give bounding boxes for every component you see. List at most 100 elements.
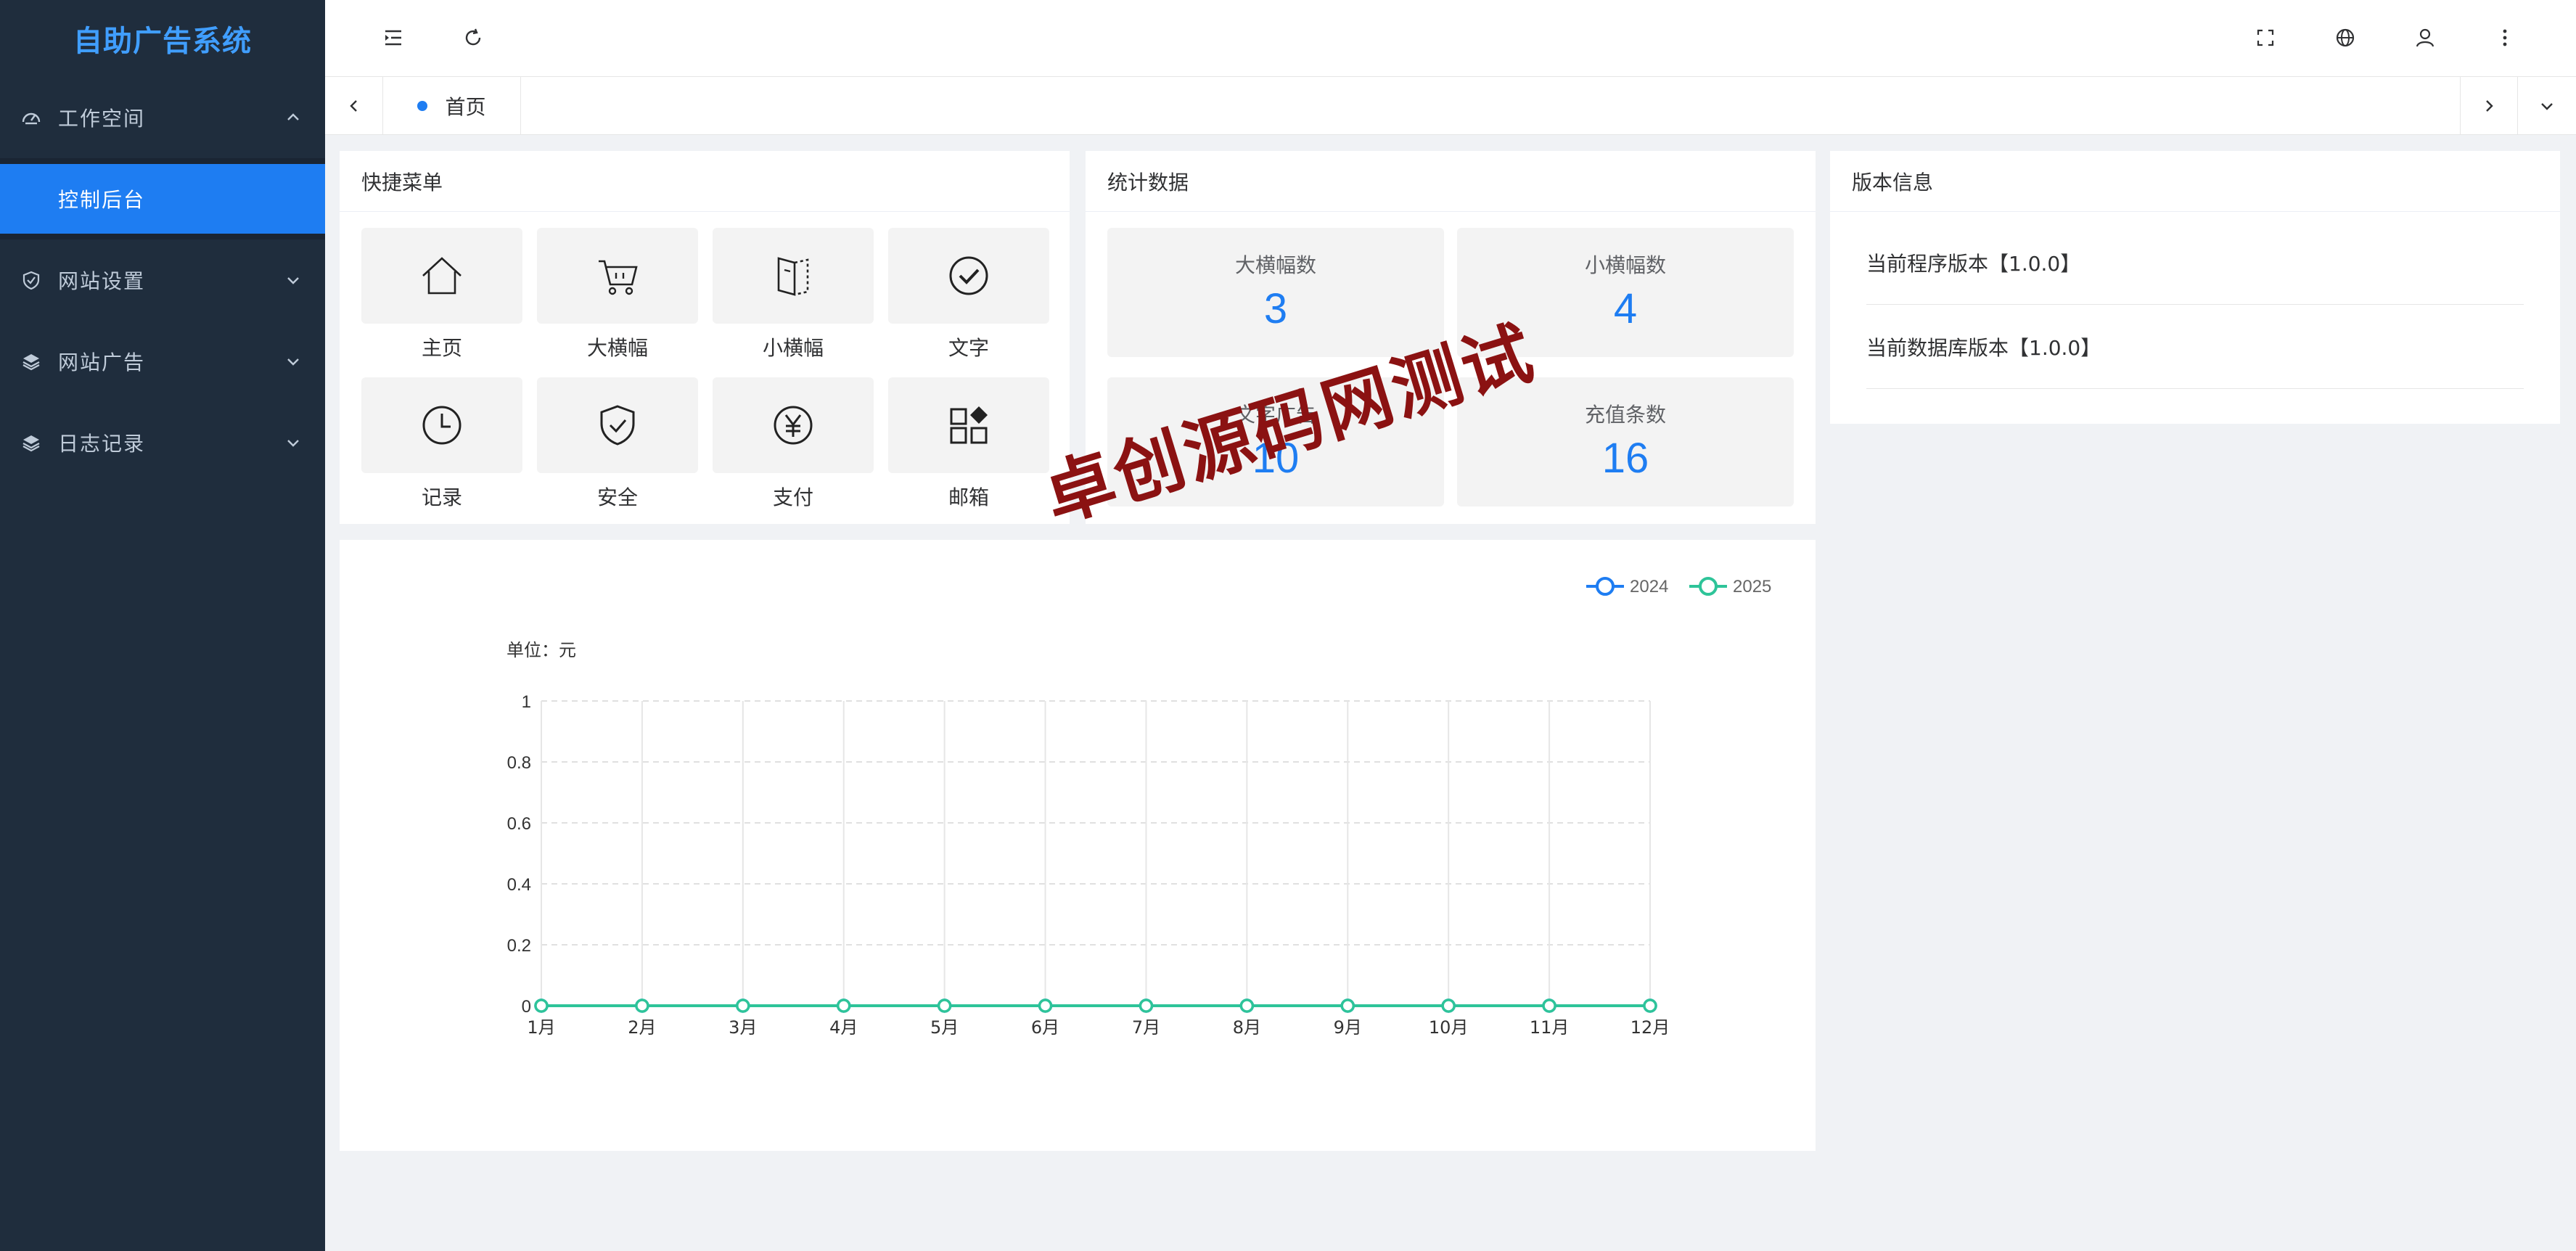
shield-check-icon <box>20 269 42 291</box>
shield-icon <box>600 405 635 446</box>
book-icon <box>777 257 809 296</box>
card-title: 统计数据 <box>1086 151 1816 212</box>
stat-label: 小横幅数 <box>1584 253 1666 277</box>
quick-menu-label: 支付 <box>772 485 813 509</box>
x-tick-label: 10月 <box>1429 1017 1469 1038</box>
x-tick-label: 1月 <box>527 1017 555 1038</box>
chevron-right-icon <box>2486 100 2493 112</box>
data-point <box>1038 998 1053 1013</box>
x-tick-label: 5月 <box>930 1017 959 1038</box>
card-title: 快捷菜单 <box>340 151 1070 212</box>
x-tick-label: 11月 <box>1530 1017 1570 1038</box>
y-tick-label: 0.8 <box>507 753 531 773</box>
chart-card: 0 0.2 0.4 0.6 0.8 1 1月 2月 3月 4月 5月 6月 7月 8月 9月 10月 11月 12… <box>340 540 1816 1151</box>
quick-menu-small-banner[interactable]: 小横幅 <box>713 228 874 361</box>
quick-menu-label: 小横幅 <box>762 336 824 360</box>
tab-menu-button[interactable] <box>2518 77 2576 135</box>
menu-fold-icon[interactable] <box>373 17 414 58</box>
sidebar-group-label: 工作空间 <box>58 107 146 131</box>
top-header <box>325 0 2576 77</box>
tab-scroll-left-button[interactable] <box>325 77 383 135</box>
quick-menu-label: 主页 <box>421 336 462 360</box>
quick-menu-security[interactable]: 安全 <box>537 377 698 511</box>
chevron-down-icon <box>2541 103 2553 110</box>
yen-icon <box>774 406 813 445</box>
quick-menu-label: 文字 <box>948 336 989 360</box>
legend-marker <box>1699 577 1718 596</box>
home-icon <box>422 257 462 295</box>
sidebar-submenu-workspace: 控制后台 <box>0 158 325 239</box>
sidebar-group-logs[interactable]: 日志记录 <box>0 402 325 483</box>
quick-menu-home[interactable]: 主页 <box>361 228 522 361</box>
tab-bar: 首页 <box>325 77 2576 135</box>
quick-menu-records[interactable]: 记录 <box>361 377 522 511</box>
chevron-down-icon <box>287 358 299 366</box>
revenue-line-chart: 00.20.40.60.811月 2月 3月 4月 5月 6月 7月 8月 9月 10月 11月 12… <box>506 577 1771 1038</box>
quick-menu-payment[interactable]: 支付 <box>713 377 874 511</box>
chevron-down-icon <box>287 277 299 284</box>
sidebar: 自助广告系统 工作空间 控制后台 网站设置 网站广告 日志记录 <box>0 0 325 1251</box>
quick-menu-mailbox[interactable]: 邮箱 <box>888 377 1049 511</box>
version-card: 版本信息 当前程序版本【1.0.0】 当前数据库版本【1.0.0】 <box>1830 151 2560 424</box>
chevron-left-icon <box>349 100 357 112</box>
data-point <box>1340 998 1355 1013</box>
y-tick-label: 0.2 <box>507 936 531 956</box>
cart-icon <box>599 260 638 295</box>
y-axis-label: 单位：元 <box>506 640 576 660</box>
tab-scroll-right-button[interactable] <box>2460 77 2518 135</box>
clock-icon <box>422 406 462 445</box>
sidebar-group-site-settings[interactable]: 网站设置 <box>0 239 325 321</box>
data-point <box>635 998 649 1013</box>
data-point <box>1643 998 1657 1013</box>
sidebar-group-site-ads[interactable]: 网站广告 <box>0 321 325 402</box>
legend-label: 2024 <box>1630 577 1668 596</box>
x-tick-label: 2月 <box>628 1017 656 1038</box>
data-point <box>1441 998 1456 1013</box>
sidebar-group-label: 日志记录 <box>58 432 146 456</box>
legend-marker <box>1596 577 1615 596</box>
quick-menu-text[interactable]: 文字 <box>888 228 1049 361</box>
sidebar-group-label: 网站设置 <box>58 269 146 293</box>
x-tick-label: 3月 <box>729 1017 757 1038</box>
sidebar-group-workspace[interactable]: 工作空间 <box>0 77 325 158</box>
user-icon[interactable] <box>2405 17 2445 58</box>
layers-icon <box>20 432 42 454</box>
layers-icon <box>20 350 42 372</box>
chevron-up-icon <box>287 113 299 120</box>
quick-menu-big-banner[interactable]: 大横幅 <box>537 228 698 361</box>
stat-value: 16 <box>1601 435 1649 482</box>
data-point <box>1139 998 1154 1013</box>
globe-icon[interactable] <box>2325 17 2366 58</box>
quick-menu-label: 大横幅 <box>586 336 648 360</box>
x-tick-label: 4月 <box>829 1017 858 1038</box>
data-point <box>836 998 851 1013</box>
app-logo: 自助广告系统 <box>73 25 252 58</box>
data-point <box>534 998 549 1013</box>
data-point <box>736 998 750 1013</box>
sidebar-item-control-panel[interactable]: 控制后台 <box>0 164 325 234</box>
y-tick-label: 0.4 <box>507 875 531 895</box>
chevron-down-icon <box>287 440 299 447</box>
x-tick-label: 7月 <box>1132 1017 1160 1038</box>
quick-menu-card: 快捷菜单 主页 大横幅 小横幅 文字 记录 安全 支付 邮箱 <box>340 151 1070 524</box>
tab-home[interactable]: 首页 <box>383 77 521 135</box>
data-point <box>1542 998 1556 1013</box>
sidebar-group-label: 网站广告 <box>58 350 146 374</box>
program-version: 当前程序版本【1.0.0】 <box>1866 221 2524 305</box>
dashboard-icon <box>20 107 42 128</box>
check-circle-icon <box>949 256 988 295</box>
fullscreen-icon[interactable] <box>2245 17 2286 58</box>
quick-menu-label: 安全 <box>596 485 638 509</box>
quick-menu-label: 邮箱 <box>948 485 989 509</box>
y-tick-label: 0.6 <box>507 814 531 834</box>
y-tick-label: 1 <box>522 692 531 712</box>
refresh-icon[interactable] <box>453 17 493 58</box>
database-version: 当前数据库版本【1.0.0】 <box>1866 305 2524 389</box>
x-tick-label: 9月 <box>1334 1017 1362 1038</box>
data-point <box>937 998 952 1013</box>
x-tick-label: 6月 <box>1031 1017 1059 1038</box>
quick-menu-label: 记录 <box>421 485 462 509</box>
more-vertical-icon[interactable] <box>2485 17 2525 58</box>
x-tick-label: 12月 <box>1630 1017 1670 1038</box>
stat-value: 3 <box>1263 285 1288 332</box>
